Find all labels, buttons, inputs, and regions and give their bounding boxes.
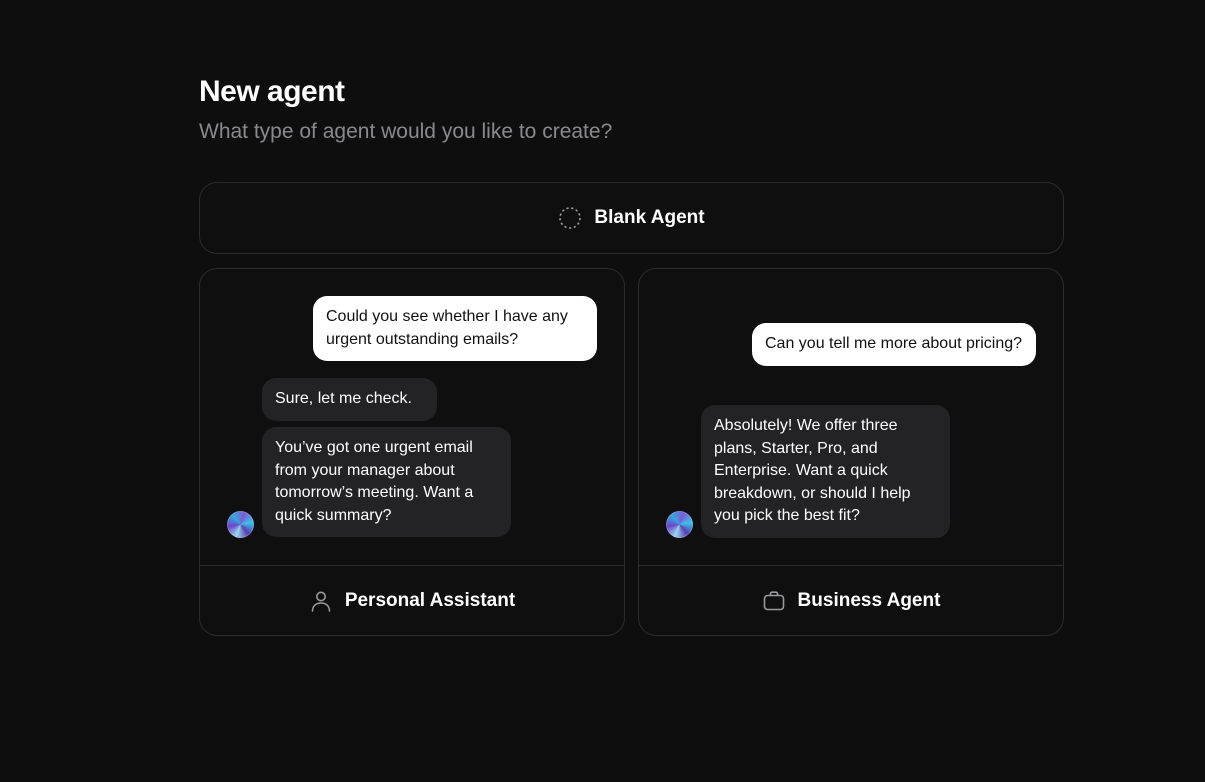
personal-assistant-footer: Personal Assistant — [200, 565, 624, 635]
user-icon — [309, 589, 333, 613]
assistant-avatar — [666, 511, 693, 538]
business-agent-label: Business Agent — [797, 589, 941, 611]
personal-assistant-label: Personal Assistant — [344, 589, 516, 611]
chat-bubble-assistant: Absolutely! We offer three plans, Starte… — [701, 405, 950, 538]
blank-agent-option[interactable]: Blank Agent — [199, 182, 1064, 254]
dashed-circle-icon — [558, 206, 582, 230]
chat-bubble-assistant: You’ve got one urgent email from your ma… — [262, 427, 511, 537]
page-subtitle: What type of agent would you like to cre… — [199, 120, 613, 143]
blank-agent-label: Blank Agent — [594, 207, 705, 228]
chat-bubble-assistant: Sure, let me check. — [262, 378, 437, 421]
business-agent-footer: Business Agent — [639, 565, 1063, 635]
briefcase-icon — [762, 589, 786, 613]
chat-bubble-user: Can you tell me more about pricing? — [752, 323, 1036, 366]
personal-assistant-option[interactable]: Could you see whether I have any urgent … — [199, 268, 625, 636]
page-title: New agent — [199, 75, 345, 108]
assistant-avatar — [227, 511, 254, 538]
business-agent-option[interactable]: Can you tell me more about pricing? Abso… — [638, 268, 1064, 636]
chat-bubble-user: Could you see whether I have any urgent … — [313, 296, 597, 361]
